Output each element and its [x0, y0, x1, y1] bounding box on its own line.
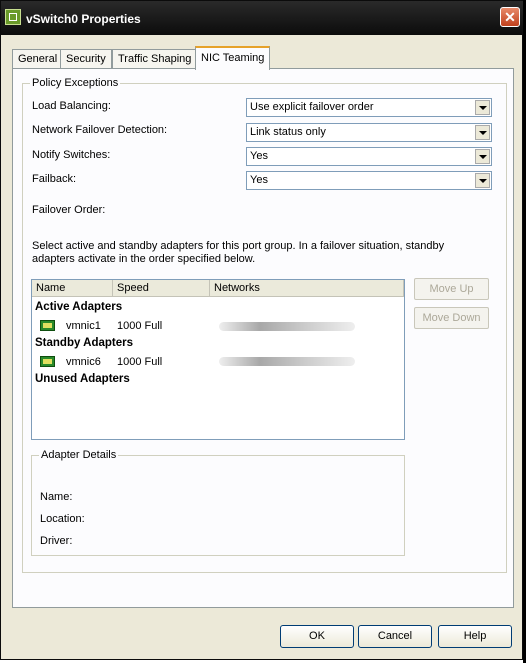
failover-order-label: Failover Order:	[32, 204, 106, 216]
column-header-speed[interactable]: Speed	[113, 280, 210, 297]
move-up-button[interactable]: Move Up	[414, 278, 489, 300]
move-down-button[interactable]: Move Down	[414, 307, 489, 329]
load-balancing-value: Use explicit failover order	[250, 101, 374, 113]
close-icon: ✕	[504, 9, 516, 25]
properties-dialog: vSwitch0 Properties ✕ General Security T…	[0, 0, 524, 660]
adapter-details-legend: Adapter Details	[39, 449, 119, 461]
adapter-name: vmnic6	[66, 356, 101, 368]
adapter-speed: 1000 Full	[117, 356, 163, 368]
chevron-down-icon[interactable]	[475, 173, 490, 188]
standby-adapters-heading: Standby Adapters	[35, 337, 133, 349]
details-name-label: Name:	[40, 491, 73, 503]
vsphere-app-icon	[5, 9, 21, 25]
notify-switches-select[interactable]: Yes	[246, 147, 492, 166]
failover-detection-select[interactable]: Link status only	[246, 123, 492, 142]
redacted-networks	[219, 322, 355, 331]
network-adapter-icon	[40, 356, 55, 367]
redacted-networks	[219, 357, 355, 366]
active-adapters-heading: Active Adapters	[35, 301, 123, 313]
adapter-list[interactable]: Name Speed Networks Active Adapters vmni…	[31, 279, 405, 440]
adapter-name: vmnic1	[66, 320, 101, 332]
tab-general[interactable]: General	[12, 49, 64, 69]
details-location-label: Location:	[40, 513, 85, 525]
details-driver-label: Driver:	[40, 535, 73, 547]
unused-adapters-heading: Unused Adapters	[35, 373, 130, 385]
tab-nic-teaming[interactable]: NIC Teaming	[195, 46, 271, 70]
network-adapter-icon	[40, 320, 55, 331]
close-button[interactable]: ✕	[500, 7, 520, 27]
ok-button[interactable]: OK	[280, 625, 354, 648]
load-balancing-label: Load Balancing:	[32, 100, 111, 112]
failover-description: Select active and standby adapters for t…	[32, 240, 445, 265]
load-balancing-select[interactable]: Use explicit failover order	[246, 98, 492, 117]
cancel-button[interactable]: Cancel	[358, 625, 432, 648]
adapter-details-group: Adapter Details	[31, 449, 405, 556]
chevron-down-icon[interactable]	[475, 100, 490, 115]
help-button[interactable]: Help	[438, 625, 512, 648]
notify-switches-value: Yes	[250, 150, 268, 162]
chevron-down-icon[interactable]	[475, 125, 490, 140]
failover-detection-value: Link status only	[250, 126, 326, 138]
tab-security[interactable]: Security	[60, 49, 112, 69]
window-title: vSwitch0 Properties	[26, 12, 141, 26]
adapter-speed: 1000 Full	[117, 320, 163, 332]
failback-value: Yes	[250, 174, 268, 186]
failback-select[interactable]: Yes	[246, 171, 492, 190]
policy-exceptions-legend: Policy Exceptions	[30, 77, 121, 89]
title-bar[interactable]: vSwitch0 Properties ✕	[1, 1, 524, 35]
notify-switches-label: Notify Switches:	[32, 149, 111, 161]
failover-detection-label: Network Failover Detection:	[32, 124, 168, 136]
failback-label: Failback:	[32, 173, 77, 185]
column-header-networks[interactable]: Networks	[210, 280, 404, 297]
chevron-down-icon[interactable]	[475, 149, 490, 164]
tab-traffic-shaping[interactable]: Traffic Shaping	[112, 49, 198, 69]
column-header-name[interactable]: Name	[32, 280, 113, 297]
